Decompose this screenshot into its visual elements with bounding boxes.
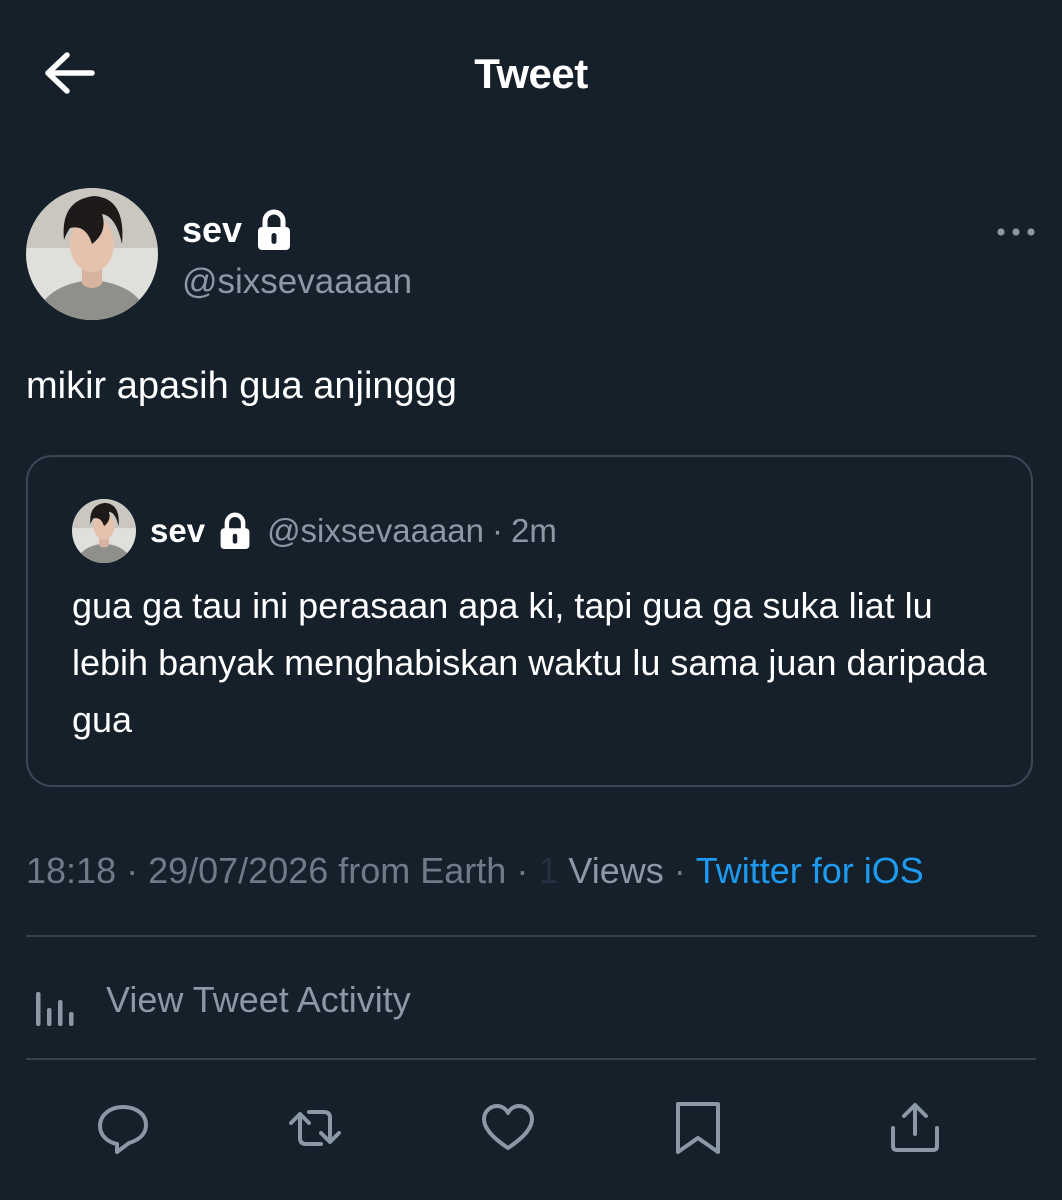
quoted-author-name: sev	[150, 512, 206, 549]
author-handle[interactable]: @sixsevaaaan	[182, 262, 412, 302]
retweet-icon	[289, 1110, 341, 1146]
retweet-button[interactable]	[287, 1100, 343, 1156]
tweet-text: mikir apasih gua anjinggg	[26, 365, 457, 407]
reply-button[interactable]	[95, 1100, 151, 1156]
tweet-meta: 18:18 · 29/07/2026 from Earth · 1 Views · Twit…	[26, 850, 924, 892]
lock-icon	[258, 209, 291, 250]
avatar[interactable]	[26, 188, 158, 320]
separator-dot: ·	[673, 850, 686, 891]
reply-icon	[98, 1105, 148, 1154]
lock-icon	[220, 512, 250, 549]
divider	[26, 1058, 1036, 1060]
like-icon	[482, 1104, 534, 1150]
separator-dot: ·	[516, 850, 529, 891]
share-button[interactable]	[887, 1100, 943, 1156]
quoted-tweet-header: sev @sixsevaaaan · 2m	[72, 499, 557, 563]
author-name[interactable]: sev	[182, 209, 242, 251]
bookmark-button[interactable]	[670, 1100, 726, 1156]
tweet-actions	[0, 1100, 1062, 1160]
views-label: Views	[568, 850, 664, 891]
top-bar: Tweet	[0, 0, 1062, 150]
quoted-tweet-text: gua ga tau ini perasaan apa ki, tapi gua…	[72, 585, 987, 740]
bookmark-icon	[676, 1102, 720, 1154]
views-count: 1	[538, 850, 559, 891]
like-button[interactable]	[480, 1100, 536, 1156]
separator-dot: ·	[492, 512, 504, 549]
more-horizontal-icon	[997, 228, 1035, 236]
tweet-time[interactable]: 18:18	[26, 850, 116, 891]
quoted-tweet[interactable]: sev @sixsevaaaan · 2m gua ga tau ini per…	[26, 455, 1033, 787]
analytics-icon	[36, 992, 74, 1026]
view-tweet-activity-label: View Tweet Activity	[106, 979, 411, 1020]
more-button[interactable]	[996, 224, 1036, 240]
quoted-timestamp: 2m	[511, 512, 557, 549]
tweet-author: sev @sixsevaaaan	[26, 188, 1036, 322]
view-tweet-activity-button[interactable]: View Tweet Activity	[26, 965, 411, 1035]
tweet-date-location[interactable]: 29/07/2026 from Earth	[148, 850, 506, 891]
quoted-avatar	[72, 499, 136, 563]
tweet-source-link[interactable]: Twitter for iOS	[696, 850, 924, 891]
page-title: Tweet	[474, 50, 588, 97]
quoted-author-handle: @sixsevaaaan	[267, 512, 485, 549]
share-icon	[891, 1103, 939, 1152]
separator-dot: ·	[126, 850, 139, 891]
divider	[26, 935, 1036, 937]
